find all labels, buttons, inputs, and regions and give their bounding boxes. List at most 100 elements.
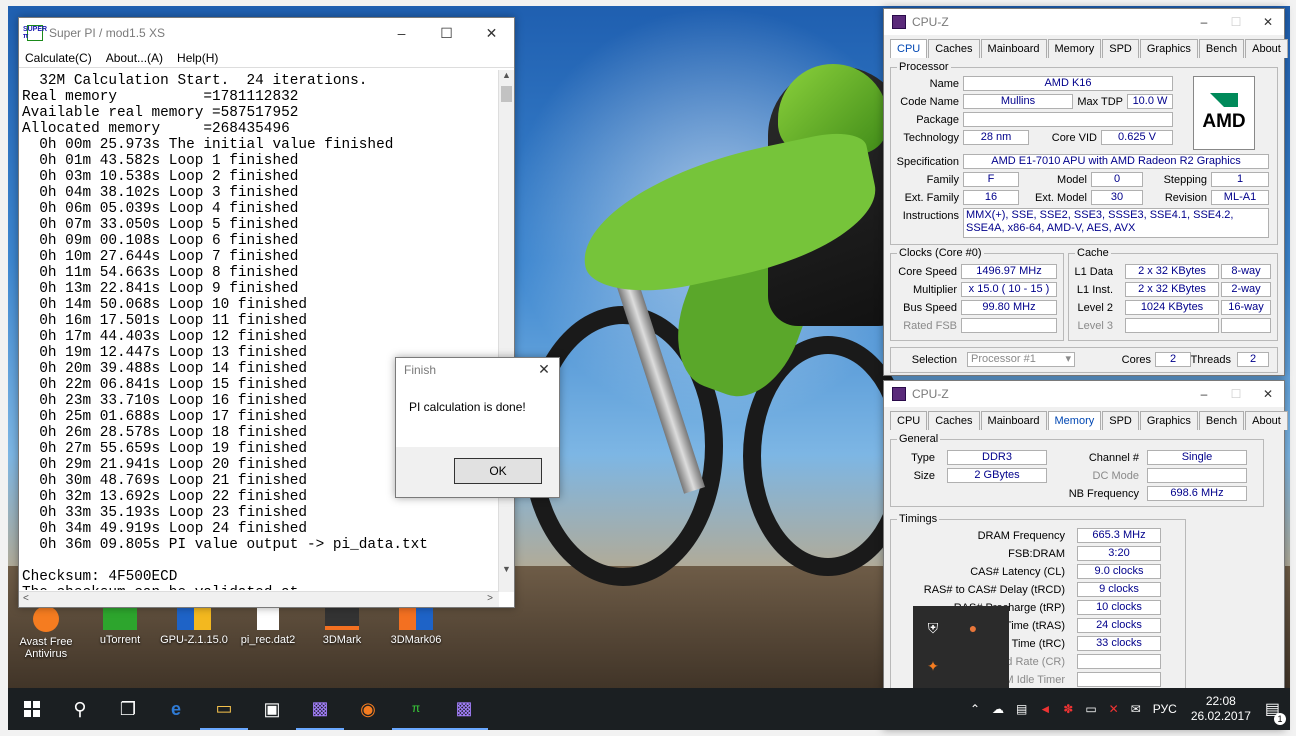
desktop-icon-utorrent[interactable]: uTorrent	[84, 606, 156, 646]
tab-caches[interactable]: Caches	[928, 39, 980, 58]
avast-tray-icon[interactable]: ✦	[923, 656, 943, 676]
l1data-way-field: 8-way	[1221, 264, 1271, 279]
desktop-icon-label: Avast Free Antivirus	[19, 636, 73, 660]
tab-about[interactable]: About	[1245, 39, 1288, 58]
tab-spd[interactable]: SPD	[1102, 39, 1139, 58]
instructions-label: Instructions	[902, 210, 959, 222]
taskbar-store[interactable]: ▣	[248, 688, 296, 730]
cpuz-titlebar[interactable]: CPU-Z – ☐ ✕	[884, 9, 1284, 35]
superpi-output: 32M Calculation Start. 24 iterations. Rea…	[19, 70, 499, 590]
menu-help[interactable]: Help(H)	[177, 51, 218, 65]
maximize-button: ☐	[1230, 387, 1242, 401]
scroll-down-icon[interactable]: ▼	[502, 564, 511, 574]
close-button[interactable]: ✕	[469, 18, 514, 48]
tab-graphics[interactable]: Graphics	[1139, 411, 1198, 430]
desktop-icon-avast[interactable]: Avast Free Antivirus	[10, 606, 82, 660]
tab-cpu[interactable]: CPU	[890, 39, 928, 58]
output-line: 0h 14m 50.068s Loop 10 finished	[22, 297, 307, 313]
clock[interactable]: 22:08 26.02.2017	[1191, 694, 1251, 724]
scroll-right-icon[interactable]: >	[487, 593, 493, 604]
desktop-icon-3dmark[interactable]: 3DMark	[306, 606, 378, 646]
menu-about[interactable]: About...(A)	[106, 51, 163, 65]
tab-memory[interactable]: Memory	[1047, 411, 1102, 430]
language-indicator[interactable]: РУС	[1153, 702, 1177, 716]
output-line: The checksum can be validated at	[22, 585, 499, 590]
timing-label: DRAM Frequency	[977, 530, 1065, 542]
busspeed-field: 99.80 MHz	[961, 300, 1057, 315]
channel-field: Single	[1147, 450, 1247, 465]
desktop-icon-gpuz[interactable]: GPU-Z.1.15.0	[158, 606, 230, 646]
scrollbar-thumb[interactable]	[501, 86, 512, 102]
general-group: General Type DDR3 Size 2 GBytes Channel …	[890, 433, 1264, 507]
output-line: 0h 07m 33.050s Loop 5 finished	[22, 217, 299, 233]
close-button[interactable]: ✕	[1252, 381, 1284, 407]
tab-bench[interactable]: Bench	[1198, 411, 1245, 430]
processor-legend: Processor	[897, 61, 951, 73]
corespeed-label: Core Speed	[898, 266, 957, 278]
taskbar-superpi[interactable]: π	[392, 688, 440, 730]
ok-button[interactable]: OK	[454, 458, 542, 484]
cpuz-titlebar[interactable]: CPU-Z – ☐ ✕	[884, 381, 1284, 407]
timing-value: 9.0 clocks	[1077, 564, 1161, 579]
timing-label: FSB:DRAM	[1008, 548, 1065, 560]
close-button[interactable]: ✕	[529, 358, 559, 381]
scroll-left-icon[interactable]: <	[23, 593, 29, 604]
tab-about[interactable]: About	[1245, 411, 1288, 430]
taskbar-edge[interactable]: e	[152, 688, 200, 730]
minimize-button[interactable]: –	[379, 18, 424, 48]
cpuz-cpu-window: CPU-Z – ☐ ✕ CPU Caches Mainboard Memory …	[883, 8, 1288, 376]
taskbar-cpuz-2[interactable]: ▩	[440, 688, 488, 730]
output-line: 0h 10m 27.644s Loop 7 finished	[22, 249, 299, 265]
output-line: 0h 01m 43.582s Loop 1 finished	[22, 153, 299, 169]
horizontal-scrollbar[interactable]: < >	[19, 591, 499, 607]
tab-bench[interactable]: Bench	[1198, 39, 1245, 58]
menu-calculate[interactable]: Calculate(C)	[25, 51, 92, 65]
cores-label: Cores	[1121, 354, 1151, 366]
finish-titlebar[interactable]: Finish ✕	[396, 358, 559, 381]
tab-graphics[interactable]: Graphics	[1139, 39, 1198, 58]
taskbar-explorer[interactable]: ▭	[200, 688, 248, 730]
clocks-legend: Clocks (Core #0)	[897, 247, 984, 259]
superpi-titlebar[interactable]: SUPER π Super PI / mod1.5 XS – ☐ ✕	[19, 18, 514, 48]
maximize-button[interactable]: ☐	[424, 18, 469, 48]
onedrive-icon[interactable]: ☁	[992, 702, 1004, 716]
model-field: 0	[1091, 172, 1143, 187]
tab-spd[interactable]: SPD	[1102, 411, 1139, 430]
revision-field: ML-A1	[1211, 190, 1269, 205]
tab-cpu[interactable]: CPU	[890, 411, 928, 430]
taskbar-firefox[interactable]: ◉	[344, 688, 392, 730]
task-view-button[interactable]: ❐	[104, 688, 152, 730]
tab-memory[interactable]: Memory	[1047, 39, 1102, 58]
vertical-scrollbar[interactable]: ▲ ▼	[498, 70, 514, 592]
chevron-up-icon[interactable]: ⌃	[970, 702, 980, 716]
minimize-button[interactable]: –	[1188, 9, 1220, 35]
l1data-field: 2 x 32 KBytes	[1125, 264, 1219, 279]
action-center-button[interactable]: ▤ 1	[1265, 699, 1286, 725]
wifi-icon[interactable]: ✕	[1109, 702, 1119, 716]
close-button[interactable]: ✕	[1252, 9, 1284, 35]
scroll-up-icon[interactable]: ▲	[502, 70, 511, 80]
processor-select[interactable]: Processor #1 ▾	[967, 352, 1075, 367]
desktop-icon-3dmark06[interactable]: 3DMark06	[380, 606, 452, 646]
search-button[interactable]: ⚲	[56, 688, 104, 730]
edge-icon: e	[170, 698, 181, 719]
tab-caches[interactable]: Caches	[928, 411, 980, 430]
tray-overflow-popup: ⛨ ● ✦	[913, 606, 1009, 690]
desktop-icon-pi-rec[interactable]: pi_rec.dat2	[232, 606, 304, 646]
cpuz-tabs: CPU Caches Mainboard Memory SPD Graphics…	[884, 407, 1288, 430]
timing-label: RAS# to CAS# Delay (tRCD)	[923, 584, 1065, 596]
shield-icon[interactable]: ⛨	[923, 618, 943, 638]
superpi-window: SUPER π Super PI / mod1.5 XS – ☐ ✕ Calcu…	[18, 17, 515, 608]
tab-mainboard[interactable]: Mainboard	[980, 411, 1047, 430]
start-button[interactable]	[8, 688, 56, 730]
ratedfsb-label: Rated FSB	[903, 320, 957, 332]
speaker-icon[interactable]: ◄	[1039, 702, 1051, 716]
network-icon[interactable]: ▤	[1016, 702, 1027, 716]
app-tray-icon[interactable]: ✽	[1063, 702, 1073, 716]
tab-mainboard[interactable]: Mainboard	[980, 39, 1047, 58]
cpuz-tray-icon[interactable]: ●	[963, 618, 983, 638]
taskbar-cpuz-1[interactable]: ▩	[296, 688, 344, 730]
message-icon[interactable]: ✉	[1131, 702, 1141, 716]
battery-icon[interactable]: ▭	[1085, 702, 1096, 716]
minimize-button[interactable]: –	[1188, 381, 1220, 407]
